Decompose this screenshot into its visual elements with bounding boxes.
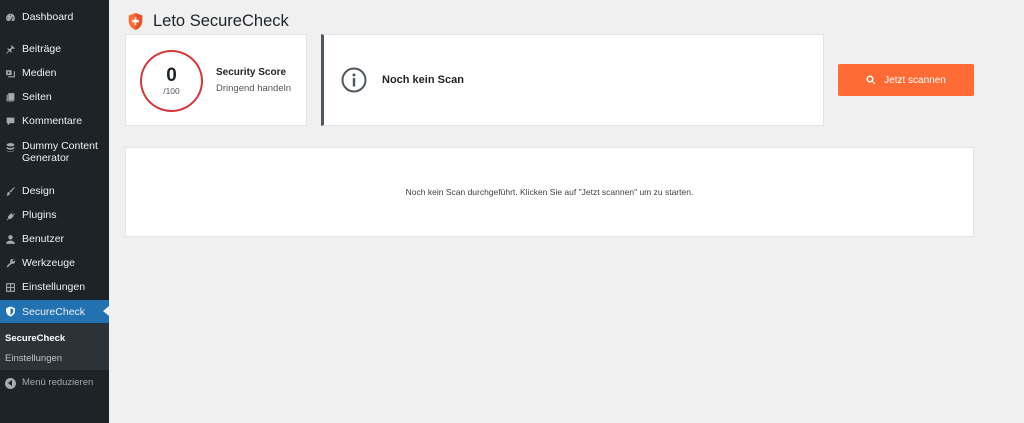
scan-now-button[interactable]: Jetzt scannen — [838, 64, 974, 96]
scan-status-card: Noch kein Scan — [321, 34, 824, 126]
sidebar-item-users[interactable]: Benutzer — [0, 233, 109, 245]
sidebar-item-dummy-content-generator[interactable]: Dummy Content Generator — [0, 140, 109, 164]
comments-icon — [4, 115, 16, 127]
user-icon — [4, 233, 16, 245]
info-icon — [341, 67, 367, 93]
submenu-item-settings[interactable]: Einstellungen — [5, 353, 62, 364]
collapse-menu-label: Menü reduzieren — [22, 377, 94, 388]
score-label: Security Score — [216, 67, 287, 78]
shield-icon — [4, 306, 16, 318]
sidebar-item-label: Dashboard — [22, 11, 74, 23]
pin-icon — [4, 43, 16, 55]
sidebar-item-label: Werkzeuge — [22, 257, 75, 269]
sidebar-item-label: Plugins — [22, 209, 57, 221]
sidebar-item-label: Beiträge — [22, 43, 62, 55]
score-max: /100 — [163, 86, 180, 96]
sidebar-item-dashboard[interactable]: Dashboard — [0, 11, 109, 23]
security-score-card: 0 /100 Security Score Dringend handeln — [125, 34, 307, 126]
media-icon — [4, 67, 16, 79]
score-value: 0 — [166, 65, 177, 86]
sidebar-item-label: SecureCheck — [22, 305, 86, 318]
sidebar-item-plugins[interactable]: Plugins — [0, 209, 109, 221]
sidebar-item-tools[interactable]: Werkzeuge — [0, 257, 109, 269]
admin-sidebar: Dashboard Beiträge Medien Seiten Komment… — [0, 0, 109, 423]
page-header: Leto SecureCheck — [127, 10, 289, 32]
scan-now-label: Jetzt scannen — [884, 74, 946, 86]
settings-icon — [4, 281, 16, 293]
shield-logo-icon — [128, 12, 143, 30]
sidebar-item-label: Design — [22, 185, 55, 197]
submenu-item-securecheck[interactable]: SecureCheck — [5, 333, 65, 344]
securecheck-submenu: SecureCheck Einstellungen — [0, 323, 109, 370]
collapse-menu-button[interactable]: Menü reduzieren — [0, 377, 109, 389]
sidebar-item-label: Kommentare — [22, 115, 83, 127]
wrench-icon — [4, 257, 16, 269]
collapse-icon — [4, 377, 16, 389]
sidebar-item-label: Medien — [22, 67, 57, 79]
sidebar-item-media[interactable]: Medien — [0, 67, 109, 79]
sidebar-item-label: Einstellungen — [22, 281, 86, 293]
sidebar-item-pages[interactable]: Seiten — [0, 91, 109, 103]
empty-state-card: Noch kein Scan durchgeführt. Klicken Sie… — [125, 147, 974, 237]
dashboard-icon — [4, 11, 16, 23]
sidebar-item-label: Seiten — [22, 91, 52, 103]
sidebar-item-label: Benutzer — [22, 233, 65, 245]
sidebar-item-comments[interactable]: Kommentare — [0, 115, 109, 127]
plugin-icon — [4, 209, 16, 221]
score-status: Dringend handeln — [216, 83, 292, 94]
sidebar-item-settings[interactable]: Einstellungen — [0, 281, 109, 293]
brush-icon — [4, 185, 16, 197]
sidebar-item-posts[interactable]: Beiträge — [0, 43, 109, 55]
score-ring: 0 /100 — [140, 50, 203, 112]
sidebar-item-design[interactable]: Design — [0, 185, 109, 197]
page-title: Leto SecureCheck — [153, 11, 289, 30]
sidebar-item-label: Dummy Content Generator — [22, 140, 98, 164]
empty-state-message: Noch kein Scan durchgeführt. Klicken Sie… — [405, 187, 694, 197]
sidebar-item-securecheck[interactable]: SecureCheck — [0, 300, 109, 323]
pages-icon — [4, 91, 16, 103]
search-icon — [866, 75, 876, 85]
database-icon — [4, 141, 16, 153]
scan-status-text: Noch kein Scan — [382, 74, 464, 86]
